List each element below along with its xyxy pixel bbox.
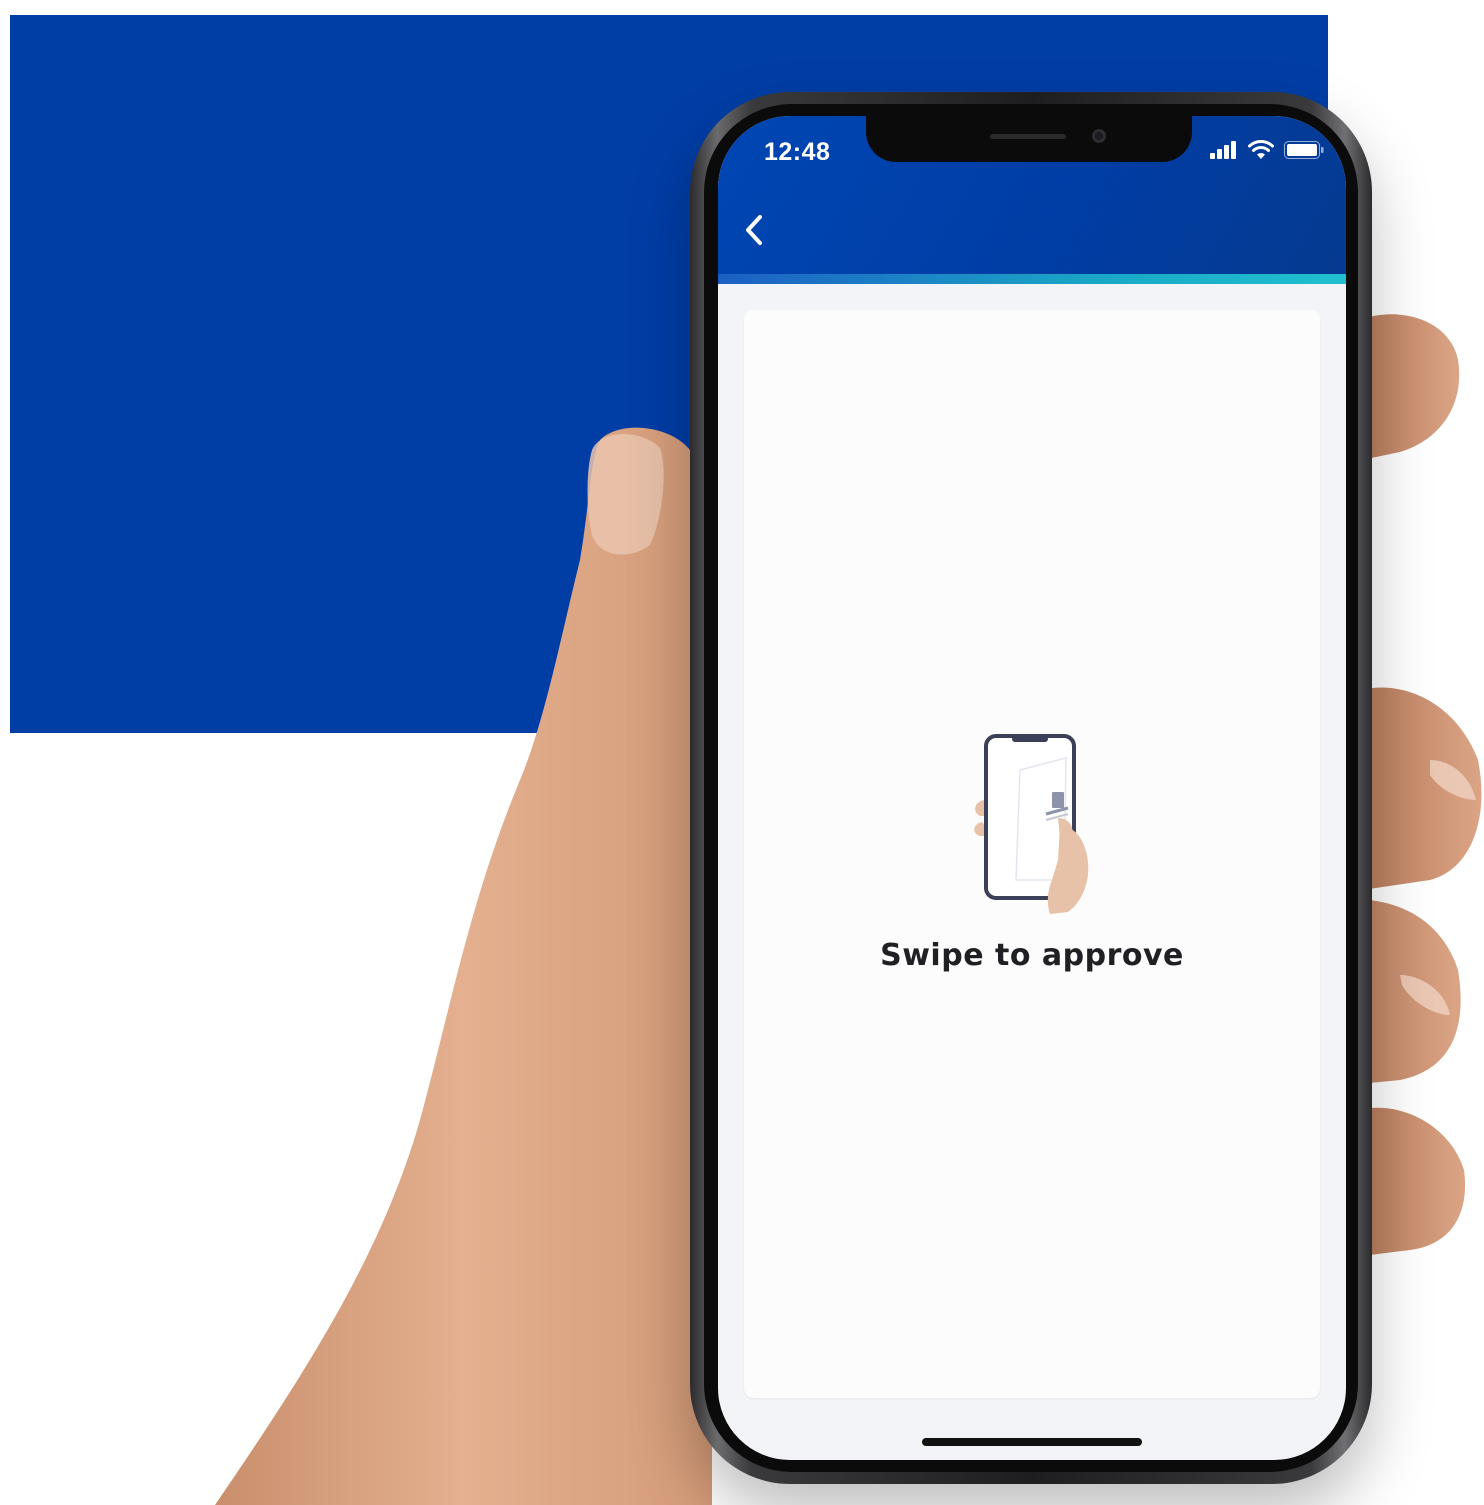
front-camera — [1092, 129, 1106, 143]
finger-1 — [1360, 314, 1460, 460]
finger-4 — [1360, 1107, 1466, 1256]
battery-icon — [1284, 141, 1324, 159]
home-indicator[interactable] — [922, 1438, 1142, 1446]
status-icons — [1210, 140, 1324, 160]
back-button[interactable] — [736, 206, 772, 254]
phone-notch — [866, 116, 1192, 162]
header-accent-bar — [718, 274, 1346, 284]
phone-screen: 12:48 Swipe to approve — [718, 116, 1346, 1460]
approval-card[interactable]: Swipe to approve — [744, 310, 1320, 1398]
status-time: 12:48 — [764, 138, 831, 166]
app-header: 12:48 — [718, 116, 1346, 284]
phone-device: 12:48 Swipe to approve — [690, 92, 1372, 1484]
marketing-scene: 12:48 Swipe to approve — [0, 0, 1484, 1505]
swipe-to-approve-message: Swipe to approve — [880, 938, 1184, 973]
chevron-left-icon — [746, 215, 762, 245]
finger-2 — [1362, 687, 1482, 890]
speaker-grille — [990, 134, 1066, 139]
phone-in-hand-icon — [974, 734, 1089, 914]
wifi-icon — [1248, 140, 1274, 159]
signal-icon — [1210, 141, 1236, 159]
